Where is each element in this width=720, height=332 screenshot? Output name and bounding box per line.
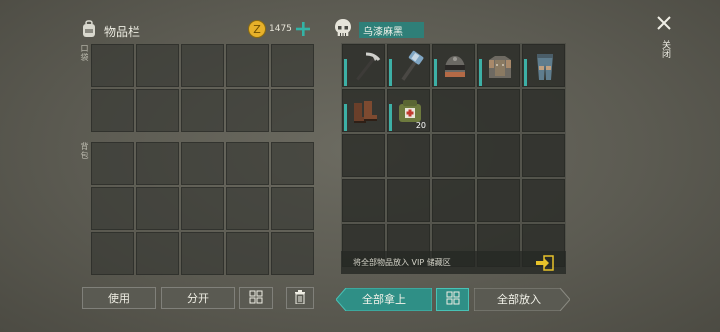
pocket-slot[interactable]	[181, 44, 224, 87]
sort-icon	[249, 290, 263, 307]
pocket-slot[interactable]	[136, 44, 179, 87]
use-button[interactable]: 使用	[82, 287, 156, 309]
pocket-slot[interactable]	[271, 89, 314, 132]
sort-button[interactable]	[239, 287, 273, 309]
backpack-slot[interactable]	[136, 232, 179, 275]
put-all-button[interactable]: 全部放入	[474, 288, 570, 311]
put-all-label: 全部放入	[497, 293, 541, 306]
trash-button[interactable]	[286, 287, 314, 309]
durability-bar	[434, 59, 437, 86]
backpack-slot[interactable]	[91, 232, 134, 275]
container-slot[interactable]	[432, 89, 475, 132]
pocket-slot[interactable]	[91, 44, 134, 87]
container-slot[interactable]	[432, 44, 475, 87]
boots-icon	[347, 94, 382, 129]
backpack-slot[interactable]	[226, 187, 269, 230]
container-slot[interactable]	[477, 89, 520, 132]
inventory-title: 物品栏	[104, 25, 141, 39]
backpack-slot[interactable]	[181, 142, 224, 185]
pocket-slot[interactable]	[271, 44, 314, 87]
leg-armor-icon	[527, 49, 562, 84]
sort-container-icon	[446, 291, 460, 308]
container-slot[interactable]	[477, 179, 520, 222]
skull-icon	[332, 17, 354, 39]
backpack-slot[interactable]	[271, 232, 314, 275]
add-coins-button[interactable]	[294, 20, 312, 38]
chest-armor-icon	[482, 49, 517, 84]
container-slot[interactable]	[342, 44, 385, 87]
split-button[interactable]: 分开	[161, 287, 235, 309]
durability-bar	[344, 104, 347, 131]
container-slot[interactable]	[522, 89, 565, 132]
pocket-slot[interactable]	[226, 44, 269, 87]
container-slot[interactable]	[387, 44, 430, 87]
pickaxe-icon	[347, 49, 382, 84]
container-slot[interactable]	[522, 179, 565, 222]
item-count: 20	[415, 121, 426, 130]
sort-container-button[interactable]	[436, 288, 469, 311]
container-slot[interactable]	[522, 44, 565, 87]
container-slot[interactable]	[432, 134, 475, 177]
backpack-slot[interactable]	[136, 142, 179, 185]
use-label: 使用	[108, 292, 130, 305]
split-label: 分开	[187, 292, 209, 305]
pocket-slot[interactable]	[136, 89, 179, 132]
backpack-label: 背包	[80, 142, 89, 160]
backpack-slot[interactable]	[181, 187, 224, 230]
container-slot[interactable]	[342, 134, 385, 177]
container-name: 乌漆麻黑	[363, 26, 403, 38]
take-all-label: 全部拿上	[362, 293, 406, 306]
take-all-button[interactable]: 全部拿上	[336, 288, 432, 311]
helmet-icon	[437, 49, 472, 84]
backpack-slot[interactable]	[136, 187, 179, 230]
hammer-icon	[392, 49, 427, 84]
durability-bar	[389, 59, 392, 86]
vip-bar: 将全部物品放入 VIP 储藏区	[341, 251, 566, 274]
vip-hint: 将全部物品放入 VIP 储藏区	[353, 258, 451, 267]
backpack-slot[interactable]	[271, 142, 314, 185]
backpack-slot[interactable]	[226, 142, 269, 185]
container-slot[interactable]	[387, 179, 430, 222]
container-slot[interactable]	[477, 44, 520, 87]
backpack-slot[interactable]	[181, 232, 224, 275]
pocket-slot[interactable]	[181, 89, 224, 132]
inventory-header: 物品栏 Z 1475	[80, 20, 320, 40]
close-label[interactable]: 关闭	[659, 40, 672, 58]
pocket-slot[interactable]	[226, 89, 269, 132]
close-icon[interactable]	[654, 13, 674, 33]
durability-bar	[389, 104, 392, 131]
coin-icon: Z	[248, 20, 266, 38]
pocket-slot[interactable]	[91, 89, 134, 132]
pocket-label: 口袋	[80, 44, 89, 62]
container-slot[interactable]	[342, 179, 385, 222]
durability-bar	[479, 59, 482, 86]
backpack-slot[interactable]	[91, 187, 134, 230]
container-slot[interactable]	[477, 134, 520, 177]
backpack-icon	[80, 20, 98, 38]
svg-text:Z: Z	[253, 23, 261, 36]
backpack-slot[interactable]	[271, 187, 314, 230]
trash-icon	[294, 289, 306, 307]
durability-bar	[524, 59, 527, 86]
coin-count: 1475	[269, 24, 292, 34]
vip-deposit-button[interactable]	[535, 254, 555, 271]
container-name-box: 乌漆麻黑	[359, 22, 424, 38]
container-slot[interactable]	[432, 179, 475, 222]
durability-bar	[344, 59, 347, 86]
backpack-slot[interactable]	[91, 142, 134, 185]
container-slot[interactable]	[342, 89, 385, 132]
container-slot[interactable]: 20	[387, 89, 430, 132]
container-slot[interactable]	[522, 134, 565, 177]
container-slot[interactable]	[387, 134, 430, 177]
backpack-slot[interactable]	[226, 232, 269, 275]
